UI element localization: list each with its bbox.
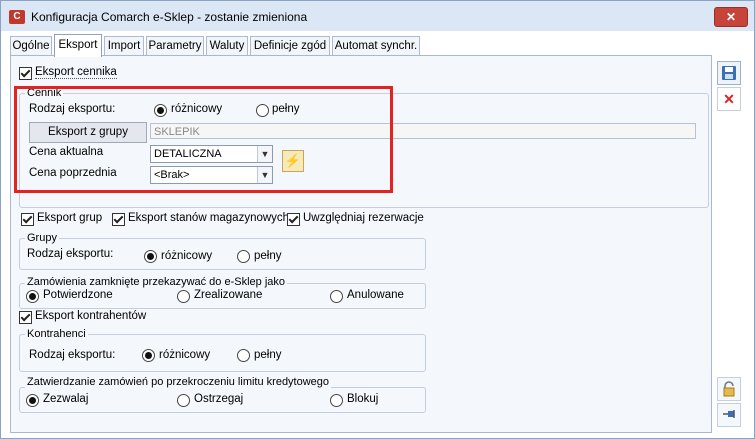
zrealizowane-radio[interactable] bbox=[177, 290, 190, 303]
anulowane-label: Anulowane bbox=[347, 289, 404, 301]
eksport-stanow-checkbox[interactable] bbox=[112, 213, 125, 226]
kontrahenci-rodzaj-label: Rodzaj eksportu: bbox=[29, 349, 116, 361]
grupy-roznicowy-label: różnicowy bbox=[161, 250, 213, 262]
grupy-pelny-label: pełny bbox=[254, 250, 282, 262]
tab-definicje-zgod[interactable]: Definicje zgód bbox=[250, 36, 330, 55]
zamowienia-group-title: Zamówienia zamknięte przekazywać do e-Sk… bbox=[25, 276, 288, 288]
tab-waluty[interactable]: Waluty bbox=[206, 36, 248, 55]
kontrahenci-roznicowy-label: różnicowy bbox=[159, 349, 211, 361]
tab-ogolne[interactable]: Ogólne bbox=[10, 36, 52, 55]
tab-import[interactable]: Import bbox=[104, 36, 144, 55]
eksport-cennika-label: Eksport cennika bbox=[35, 66, 117, 79]
zezwalaj-radio[interactable] bbox=[26, 394, 39, 407]
eksport-kontrahentow-label: Eksport kontrahentów bbox=[35, 310, 147, 322]
lock-icon[interactable] bbox=[717, 377, 741, 401]
potwierdzone-radio[interactable] bbox=[26, 290, 39, 303]
blokuj-radio[interactable] bbox=[330, 394, 343, 407]
blokuj-label: Blokuj bbox=[347, 393, 379, 405]
ostrzegaj-label: Ostrzegaj bbox=[194, 393, 244, 405]
eksport-stanow-label: Eksport stanów magazynowych bbox=[128, 212, 290, 224]
pin-icon[interactable] bbox=[717, 403, 741, 427]
app-icon: C bbox=[9, 10, 25, 24]
zezwalaj-label: Zezwalaj bbox=[43, 393, 89, 405]
eksport-grup-checkbox[interactable] bbox=[21, 213, 34, 226]
grupy-rodzaj-label: Rodzaj eksportu: bbox=[27, 248, 114, 260]
kontrahenci-pelny-radio[interactable] bbox=[237, 349, 250, 362]
config-window: C Konfiguracja Comarch e-Sklep - zostani… bbox=[0, 0, 755, 439]
title-bar: C Konfiguracja Comarch e-Sklep - zostani… bbox=[1, 1, 754, 31]
grupy-roznicowy-radio[interactable] bbox=[144, 250, 157, 263]
zrealizowane-label: Zrealizowane bbox=[194, 289, 263, 301]
eksport-cennika-checkbox[interactable] bbox=[19, 67, 32, 80]
save-icon[interactable] bbox=[717, 61, 741, 85]
tab-parametry[interactable]: Parametry bbox=[146, 36, 204, 55]
kontrahenci-pelny-label: pełny bbox=[254, 349, 282, 361]
highlight-box bbox=[14, 86, 393, 193]
kontrahenci-roznicowy-radio[interactable] bbox=[142, 349, 155, 362]
tab-automat-synchr[interactable]: Automat synchr. bbox=[332, 36, 420, 55]
kontrahenci-group-title: Kontrahenci bbox=[25, 328, 88, 340]
ostrzegaj-radio[interactable] bbox=[177, 394, 190, 407]
delete-icon[interactable]: ✕ bbox=[717, 87, 741, 111]
anulowane-radio[interactable] bbox=[330, 290, 343, 303]
potwierdzone-label: Potwierdzone bbox=[43, 289, 113, 301]
window-title: Konfiguracja Comarch e-Sklep - zostanie … bbox=[31, 10, 308, 24]
zatwierdzanie-group-title: Zatwierdzanie zamówień po przekroczeniu … bbox=[25, 376, 332, 388]
eksport-kontrahentow-checkbox[interactable] bbox=[19, 311, 32, 324]
tab-eksport[interactable]: Eksport bbox=[54, 34, 102, 57]
grupy-group-title: Grupy bbox=[25, 232, 59, 244]
uwzgledniaj-checkbox[interactable] bbox=[287, 213, 300, 226]
close-button[interactable]: ✕ bbox=[714, 7, 748, 27]
eksport-grup-label: Eksport grup bbox=[37, 212, 103, 224]
uwzgledniaj-label: Uwzględniaj rezerwacje bbox=[303, 212, 424, 224]
grupy-pelny-radio[interactable] bbox=[237, 250, 250, 263]
